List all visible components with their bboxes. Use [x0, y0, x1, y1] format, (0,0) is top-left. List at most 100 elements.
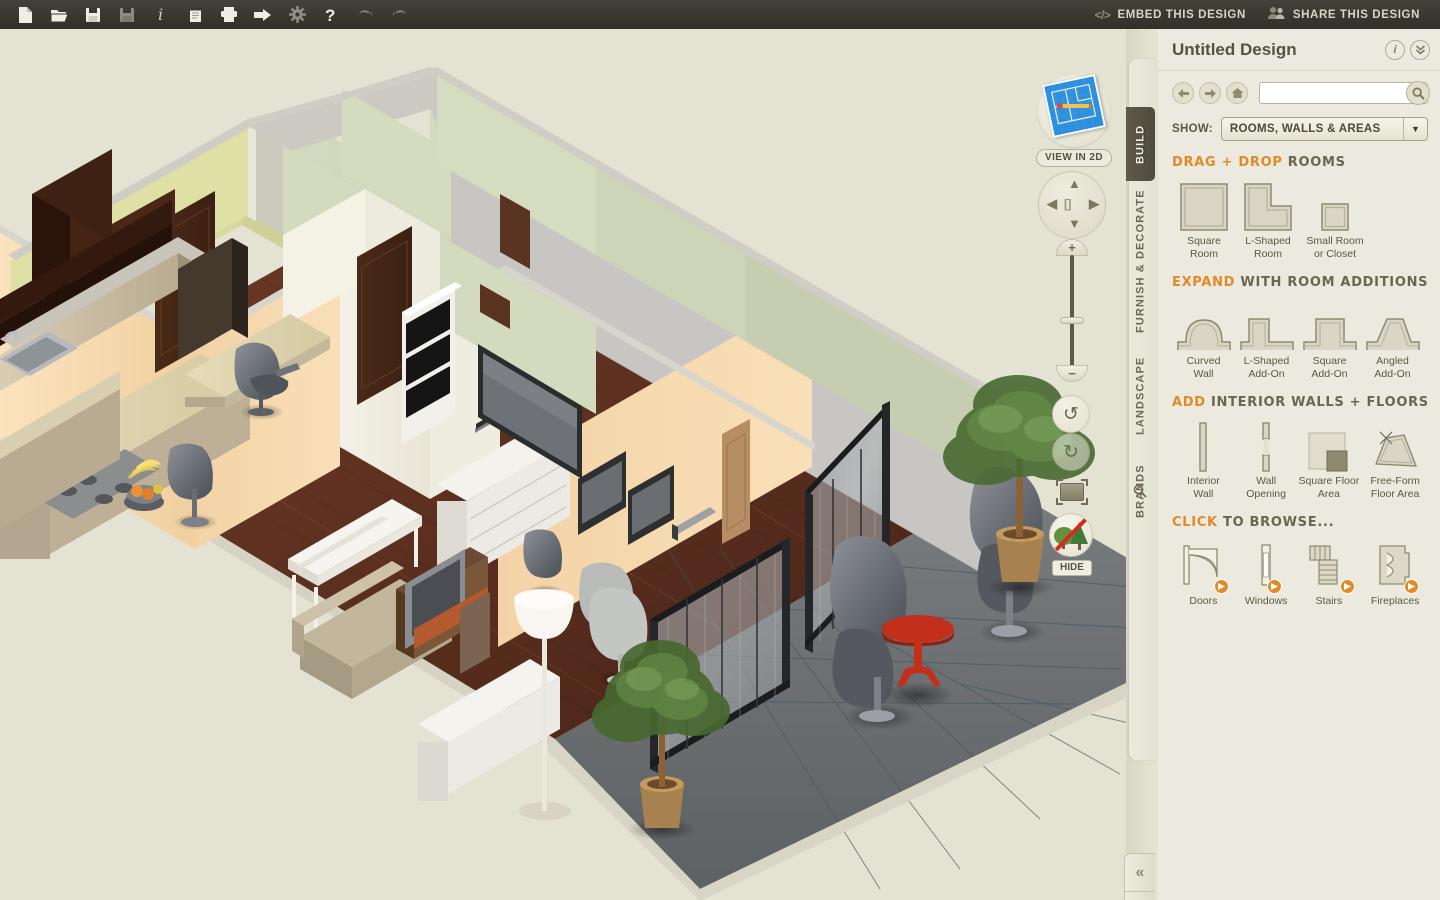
item-wall-opening[interactable]: Wall Opening — [1235, 416, 1298, 501]
item-fireplaces[interactable]: Fireplaces — [1360, 536, 1430, 608]
fit-corner-tl — [1056, 479, 1063, 486]
embed-this-design-button[interactable]: </> EMBED THIS DESIGN — [1087, 0, 1254, 29]
pan-dpad-control[interactable]: ▲ ▼ ◀ ▶ [ ] — [1038, 171, 1106, 239]
redo-icon[interactable] — [382, 0, 416, 29]
design-3d-viewport[interactable]: VIEW IN 2D ▲ ▼ ◀ ▶ [ ] + − ↺ ↻ HIDE « — [0, 29, 1155, 900]
save-as-icon[interactable] — [110, 0, 144, 29]
panel-collapse-icon[interactable] — [1410, 39, 1430, 60]
item-square-add-on[interactable]: Square Add-On — [1298, 296, 1361, 381]
room-items: Square Room L-Shaped Room Small Room or Clo… — [1172, 176, 1430, 261]
section-drag-drop-rooms: DRAG + DROP ROOMS Square Room L-Shaped R… — [1172, 155, 1430, 261]
share-label: SHARE THIS DESIGN — [1292, 8, 1420, 21]
l-shaped-addon-icon — [1235, 296, 1298, 352]
item-small-room-or-closet[interactable]: Small Room or Closet — [1300, 176, 1370, 261]
zoom-slider[interactable]: + − — [1056, 239, 1088, 389]
rotate-clockwise-button[interactable]: ↻ — [1052, 433, 1090, 471]
save-icon[interactable] — [76, 0, 110, 29]
pan-left-arrow[interactable]: ◀ — [1047, 196, 1057, 212]
export-icon[interactable] — [246, 0, 280, 29]
doors-browse-badge[interactable] — [1214, 579, 1230, 594]
zoom-slider-thumb[interactable] — [1060, 317, 1084, 324]
collapse-panel-left-button[interactable]: « — [1124, 853, 1155, 891]
hide-label[interactable]: HIDE — [1052, 560, 1092, 576]
view-2d-thumbnail[interactable] — [1038, 73, 1110, 147]
item-curved-wall[interactable]: Curved Wall — [1172, 296, 1235, 381]
pan-center-button[interactable]: [ ] — [1064, 197, 1071, 211]
section-title-rest: ROOMS — [1287, 155, 1346, 170]
fit-corner-tr — [1081, 479, 1088, 486]
panel-search[interactable] — [1259, 81, 1430, 105]
info-icon[interactable]: i — [144, 0, 178, 29]
nav-forward-button[interactable] — [1199, 82, 1221, 104]
item-doors[interactable]: Doors — [1172, 536, 1235, 608]
section-click-to-browse: CLICK TO BROWSE... Doors Windows Stairs … — [1172, 515, 1430, 608]
search-input[interactable] — [1259, 82, 1428, 104]
print-icon[interactable] — [212, 0, 246, 29]
item-label-free-form-floor-area: Free-Form Floor Area — [1370, 475, 1420, 500]
open-folder-icon[interactable] — [42, 0, 76, 29]
item-stairs[interactable]: Stairs — [1298, 536, 1361, 608]
nav-home-button[interactable] — [1226, 82, 1248, 104]
floorplan-3d-render[interactable] — [0, 29, 1155, 900]
item-label-l-shaped-add-on: L-Shaped Add-On — [1243, 355, 1290, 380]
zoom-slider-track[interactable] — [1070, 255, 1074, 367]
fireplaces-browse-badge[interactable] — [1404, 579, 1420, 594]
notes-icon[interactable] — [178, 0, 212, 29]
windows-browse-badge[interactable] — [1267, 579, 1283, 594]
view-in-2d-label[interactable]: VIEW IN 2D — [1036, 149, 1112, 167]
rail-tab-furnish-decorate[interactable]: FURNISH & DECORATE — [1126, 181, 1155, 341]
section-title-drag-drop-rooms: DRAG + DROP ROOMS — [1172, 155, 1430, 170]
show-dropdown[interactable]: ROOMS, WALLS & AREAS ▼ — [1220, 117, 1428, 141]
main-toolbar: i ? </> EMBED THIS DESIGN SHARE THIS DES… — [0, 0, 1440, 29]
pan-right-arrow[interactable]: ▶ — [1089, 196, 1099, 212]
browse-items: Doors Windows Stairs Fireplaces — [1172, 536, 1430, 608]
chevron-down-icon[interactable]: ▼ — [1403, 118, 1427, 140]
toolbar-icon-group: i ? — [0, 0, 416, 29]
item-free-form-floor-area[interactable]: Free-Form Floor Area — [1360, 416, 1430, 501]
section-title-highlight: CLICK — [1172, 515, 1218, 530]
new-file-icon[interactable] — [8, 0, 42, 29]
zoom-out-button[interactable]: − — [1056, 365, 1088, 382]
rail-search-icon[interactable] — [1133, 484, 1147, 530]
stairs-browse-badge[interactable] — [1339, 579, 1355, 594]
hide-plants-control[interactable]: HIDE — [1049, 513, 1095, 576]
toolbar-actions: </> EMBED THIS DESIGN SHARE THIS DESIGN — [1087, 0, 1440, 29]
item-label-small-room-or-closet: Small Room or Closet — [1306, 235, 1364, 260]
item-label-fireplaces: Fireplaces — [1370, 595, 1420, 607]
pan-down-arrow[interactable]: ▼ — [1068, 216, 1081, 231]
item-interior-wall[interactable]: Interior Wall — [1172, 416, 1235, 501]
zoom-in-button[interactable]: + — [1056, 239, 1088, 256]
fit-corner-bl — [1056, 498, 1063, 505]
item-label-l-shaped-room: L-Shaped Room — [1245, 235, 1291, 260]
collapse-panel-right-button[interactable]: » — [1124, 891, 1155, 900]
hide-landscape-icon[interactable] — [1049, 513, 1093, 557]
item-square-floor-area[interactable]: Square Floor Area — [1298, 416, 1361, 501]
code-embed-icon: </> — [1094, 7, 1111, 22]
fit-to-screen-button[interactable] — [1056, 479, 1088, 505]
search-icon[interactable] — [1406, 81, 1430, 105]
item-square-room[interactable]: Square Room — [1172, 176, 1236, 261]
curved-wall-icon — [1172, 296, 1235, 352]
settings-gear-icon[interactable] — [280, 0, 314, 29]
item-label-interior-wall: Interior Wall — [1187, 475, 1220, 500]
rail-tab-landscape[interactable]: LANDSCAPE — [1126, 341, 1155, 451]
pan-up-arrow[interactable]: ▲ — [1068, 176, 1081, 191]
help-icon[interactable]: ? — [314, 0, 348, 29]
rail-tab-build[interactable]: BUILD — [1126, 107, 1155, 181]
item-angled-add-on[interactable]: Angled Add-On — [1361, 296, 1424, 381]
item-label-angled-add-on: Angled Add-On — [1374, 355, 1411, 380]
undo-icon[interactable] — [348, 0, 382, 29]
item-l-shaped-add-on[interactable]: L-Shaped Add-On — [1235, 296, 1298, 381]
design-title: Untitled Design — [1172, 39, 1297, 59]
item-label-wall-opening: Wall Opening — [1246, 475, 1286, 500]
window-icon-box — [1235, 536, 1298, 594]
share-this-design-button[interactable]: SHARE THIS DESIGN — [1260, 0, 1428, 29]
item-l-shaped-room[interactable]: L-Shaped Room — [1236, 176, 1300, 261]
item-windows[interactable]: Windows — [1235, 536, 1298, 608]
rotate-counterclockwise-button[interactable]: ↺ — [1052, 395, 1090, 433]
view-in-2d-control[interactable]: VIEW IN 2D — [1036, 73, 1112, 167]
nav-back-button[interactable] — [1172, 82, 1194, 104]
square-floor-icon — [1298, 416, 1361, 472]
panel-info-icon[interactable]: i — [1385, 39, 1405, 60]
door-icon-box — [1172, 536, 1235, 594]
